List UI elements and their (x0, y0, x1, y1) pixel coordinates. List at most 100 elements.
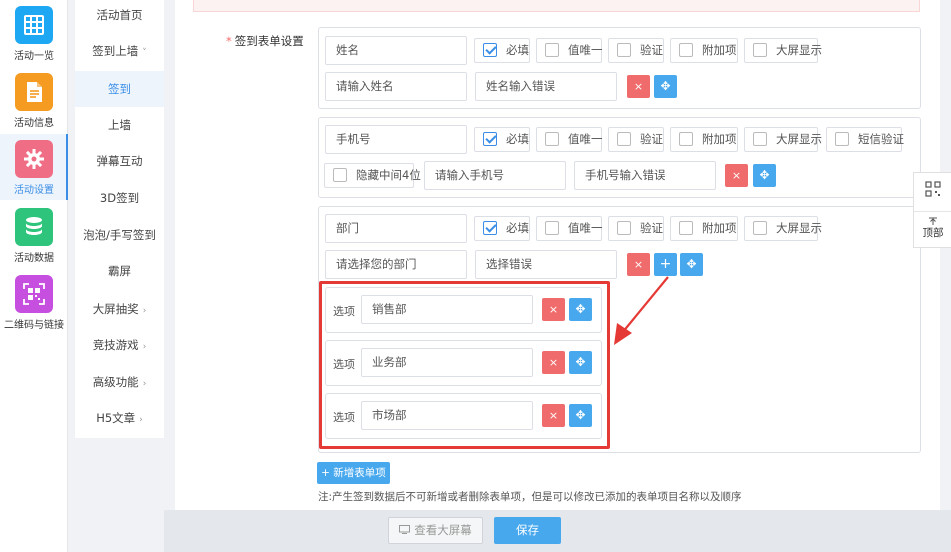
checkbox-unique[interactable]: 值唯一 (536, 216, 603, 241)
delete-button[interactable]: × (725, 164, 748, 187)
menu-item-activity-home[interactable]: 活动首页 (75, 0, 164, 33)
checkbox-bigscreen[interactable]: 大屏显示 (744, 38, 822, 63)
gear-icon (15, 140, 53, 178)
checkbox-bigscreen[interactable]: 大屏显示 (744, 127, 822, 152)
menu-item-3d-checkin[interactable]: 3D签到 (75, 180, 164, 216)
menu-item-h5-article[interactable]: H5文章 › (75, 400, 164, 436)
error-message-input[interactable]: 选择错误 (475, 250, 617, 279)
form-settings-title: * 签到表单设置 (226, 33, 304, 49)
checkbox-checked-icon (483, 131, 497, 146)
rail-item-activity-info[interactable]: 活动信息 (0, 73, 68, 129)
move-button[interactable]: ✥ (654, 75, 677, 98)
checkbox-checked-icon (483, 42, 497, 57)
move-icon: ✥ (660, 79, 671, 93)
checkbox-unique[interactable]: 值唯一 (536, 38, 603, 63)
monitor-icon (399, 525, 411, 534)
checkbox-verify[interactable]: 验证 (608, 216, 664, 241)
placeholder-input[interactable]: 请选择您的部门 (325, 250, 467, 279)
add-form-item-button[interactable]: + 新增表单项 (317, 462, 390, 484)
annotation-highlight-box (319, 281, 610, 449)
checkbox-label: 值唯一 (568, 43, 603, 57)
checkbox-unique[interactable]: 值唯一 (536, 127, 603, 152)
menu-item-games[interactable]: 竞技游戏 › (75, 327, 164, 363)
preview-screen-button[interactable]: 查看大屏幕 (388, 517, 483, 544)
menu-item-checkin[interactable]: 签到 (75, 71, 164, 107)
checkbox-extra[interactable]: 附加项 (670, 216, 738, 241)
menu-item-wall[interactable]: 上墙 (75, 107, 164, 143)
menu-label: 泡泡/手写签到 (83, 228, 156, 242)
sub-menu: 活动首页 签到上墙 ˅ 签到 上墙 弹幕互动 3D签到 泡泡/手写签到 霸屏 大屏… (75, 0, 164, 438)
field-name-input[interactable]: 部门 (325, 214, 467, 243)
tool-divider (914, 211, 951, 212)
error-message-input[interactable]: 手机号输入错误 (574, 161, 716, 190)
chevron-right-icon: › (142, 342, 147, 352)
qrcode-icon (15, 275, 53, 313)
field-name-input[interactable]: 手机号 (325, 125, 467, 154)
rail-item-activity-list[interactable]: 活动一览 (0, 6, 68, 62)
move-button[interactable]: ✥ (753, 164, 776, 187)
move-icon: ✥ (686, 257, 697, 271)
menu-item-lottery[interactable]: 大屏抽奖 › (75, 291, 164, 327)
checkbox-icon (835, 131, 849, 146)
back-to-top-button[interactable]: 顶部 (914, 217, 951, 240)
chevron-right-icon: › (142, 379, 147, 389)
checkbox-label: 附加项 (702, 132, 737, 146)
arrow-up-icon (929, 217, 937, 225)
qrcode-tool[interactable] (914, 181, 951, 200)
checkbox-required[interactable]: 必填 (474, 38, 530, 63)
checkbox-label: 必填 (506, 221, 529, 235)
rail-item-qrcode-link[interactable]: 二维码与链接 (0, 275, 68, 331)
annotation-arrow (614, 276, 669, 345)
menu-label: H5文章 (96, 411, 136, 425)
error-message-input[interactable]: 姓名输入错误 (475, 72, 617, 101)
menu-item-checkin-wall[interactable]: 签到上墙 ˅ (75, 33, 164, 69)
menu-item-bapin[interactable]: 霸屏 (75, 253, 164, 289)
required-star: * (226, 34, 232, 48)
move-button[interactable]: ✥ (680, 253, 703, 276)
preview-label: 查看大屏幕 (414, 523, 472, 537)
rail-label: 二维码与链接 (4, 320, 64, 331)
chevron-right-icon: › (142, 306, 147, 316)
delete-button[interactable]: × (627, 75, 650, 98)
rail-item-activity-settings[interactable]: 活动设置 (0, 134, 68, 200)
menu-label: 竞技游戏 (92, 338, 139, 352)
checkbox-verify[interactable]: 验证 (608, 127, 664, 152)
checkbox-extra[interactable]: 附加项 (670, 127, 738, 152)
checkbox-label: 验证 (640, 221, 663, 235)
document-icon (15, 73, 53, 111)
field-name-input[interactable]: 姓名 (325, 36, 467, 65)
checkbox-icon (617, 220, 631, 235)
menu-label: 签到上墙 (92, 44, 139, 58)
checkbox-label: 大屏显示 (776, 43, 822, 57)
chevron-down-icon: ˅ (142, 48, 147, 58)
alert-banner (193, 0, 920, 12)
floating-tools: 顶部 (913, 172, 951, 248)
rail-item-activity-data[interactable]: 活动数据 (0, 208, 68, 264)
checkbox-checked-icon (483, 220, 497, 235)
checkbox-required[interactable]: 必填 (474, 127, 530, 152)
checkbox-extra[interactable]: 附加项 (670, 38, 738, 63)
menu-item-advanced[interactable]: 高级功能 › (75, 364, 164, 400)
menu-item-bubble-checkin[interactable]: 泡泡/手写签到 (75, 217, 164, 253)
checkbox-required[interactable]: 必填 (474, 216, 530, 241)
save-button[interactable]: 保存 (494, 517, 561, 544)
checkbox-label: 必填 (506, 43, 529, 57)
rail-label: 活动一览 (14, 51, 54, 62)
checkbox-label: 验证 (640, 132, 663, 146)
checkbox-sms-verify[interactable]: 短信验证 (826, 127, 904, 152)
checkbox-icon (753, 42, 767, 57)
placeholder-input[interactable]: 请输入姓名 (325, 72, 467, 101)
checkbox-label: 大屏显示 (776, 221, 822, 235)
move-icon: ✥ (759, 168, 770, 182)
menu-item-danmaku[interactable]: 弹幕互动 (75, 143, 164, 179)
checkbox-hide-middle[interactable]: 隐藏中间4位 (324, 163, 421, 188)
checkbox-label: 短信验证 (858, 132, 904, 146)
checkbox-icon (679, 42, 693, 57)
checkbox-bigscreen[interactable]: 大屏显示 (744, 216, 822, 241)
rail-label: 活动数据 (14, 253, 54, 264)
checkbox-verify[interactable]: 验证 (608, 38, 664, 63)
checkbox-label: 验证 (640, 43, 663, 57)
close-icon: × (731, 169, 742, 182)
checkbox-label: 隐藏中间4位 (356, 168, 421, 182)
placeholder-input[interactable]: 请输入手机号 (424, 161, 566, 190)
